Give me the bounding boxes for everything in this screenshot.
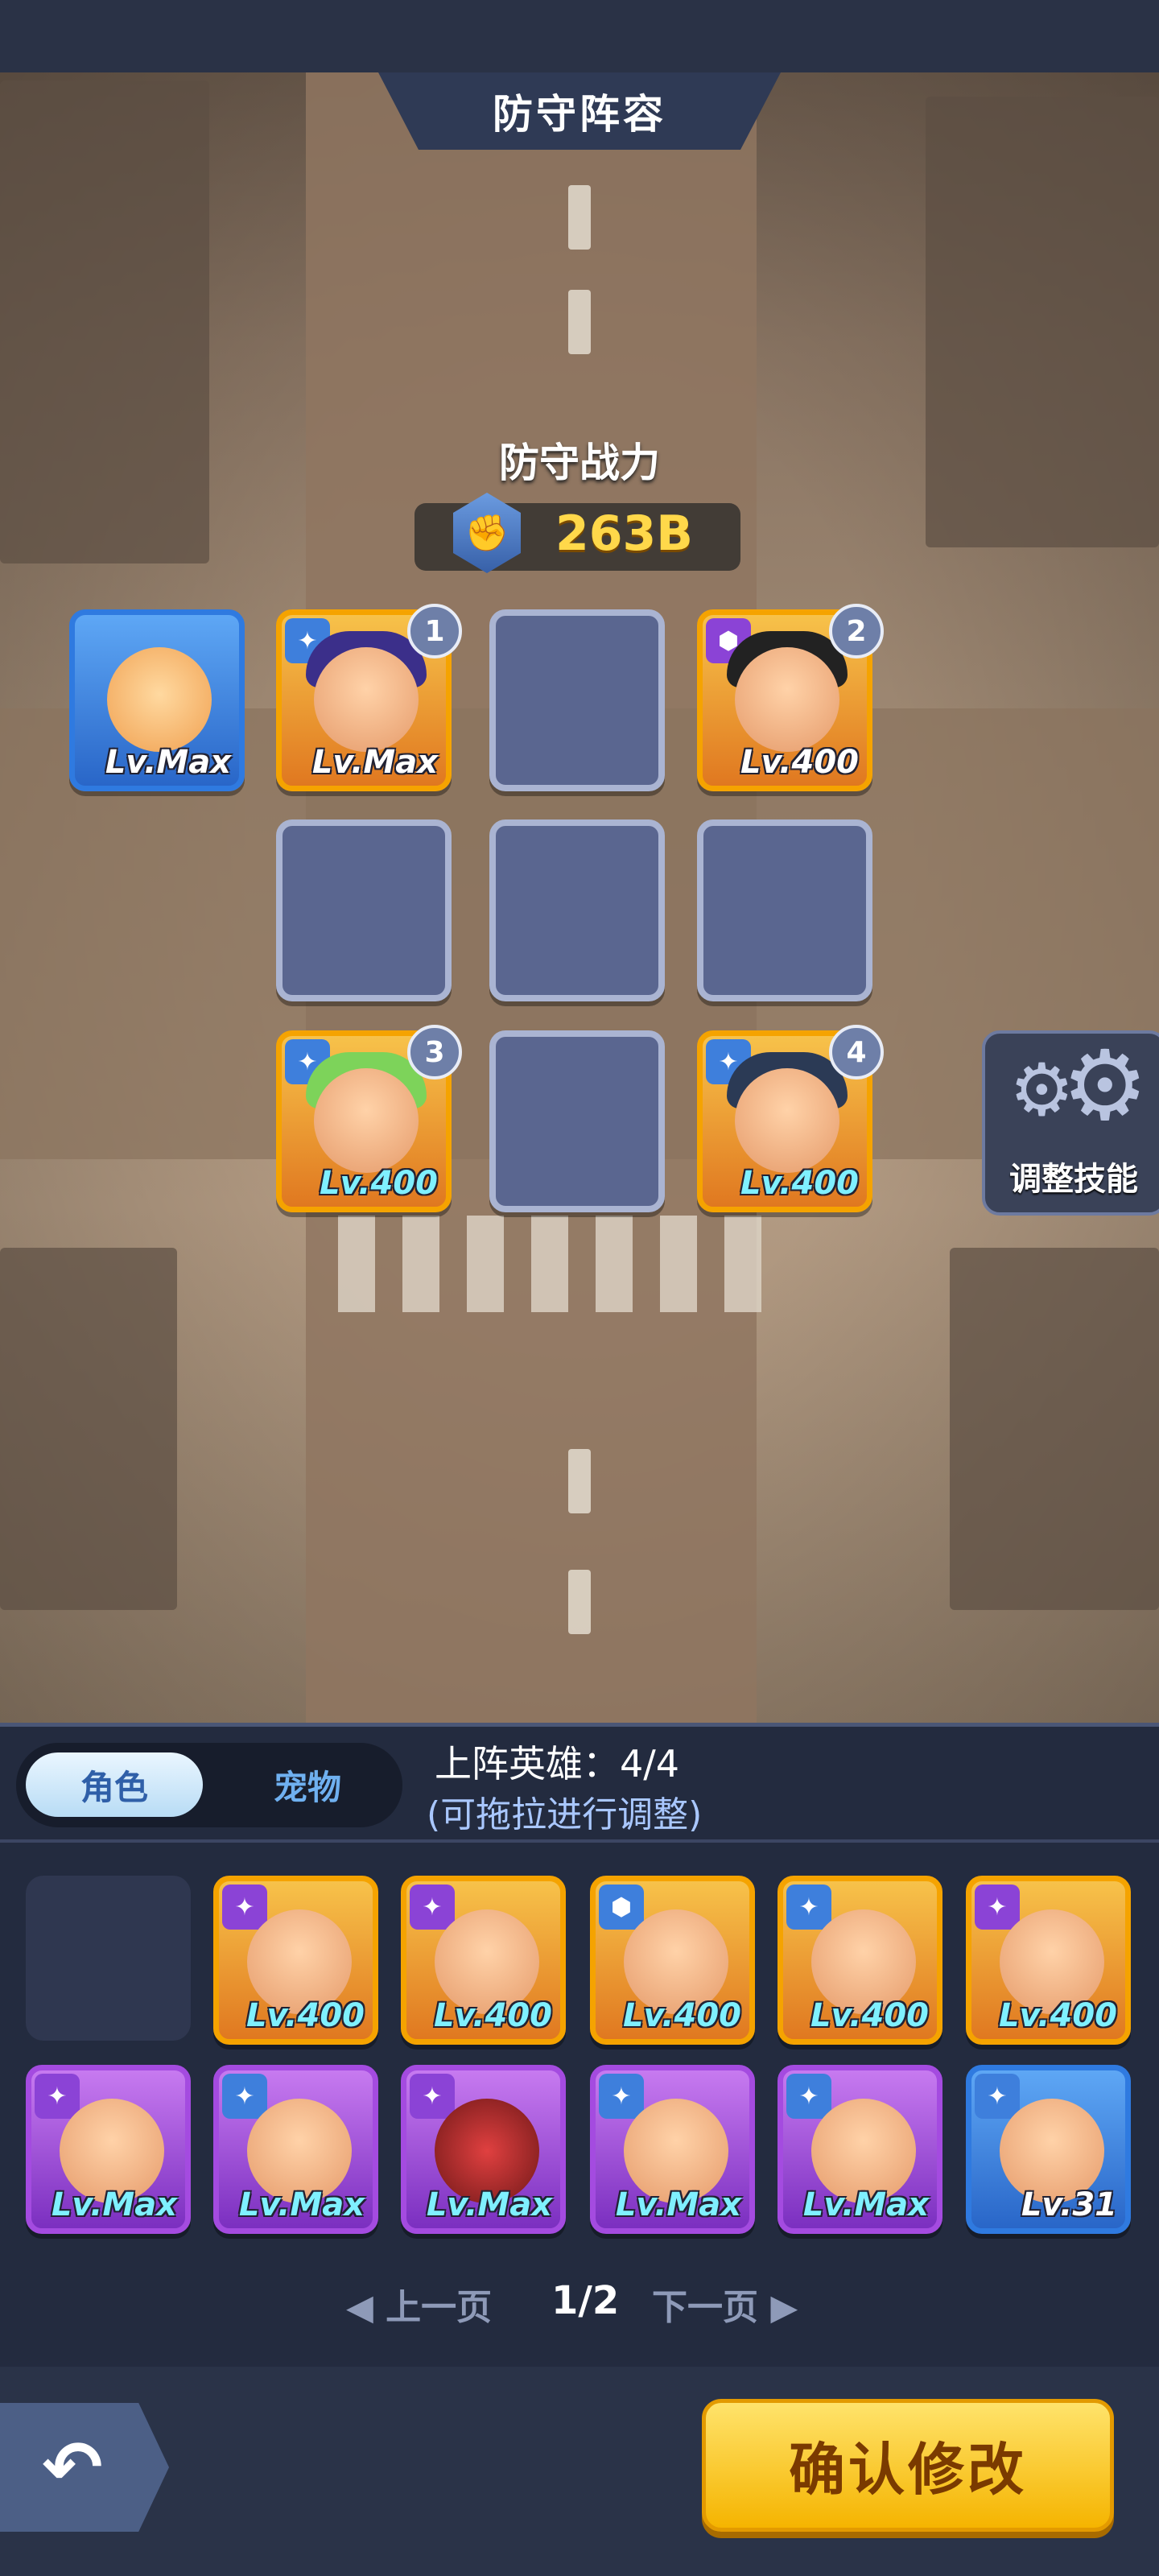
deployed-count: 上阵英雄：4/4 xyxy=(435,1742,680,1785)
formation-slot-empty[interactable] xyxy=(276,819,452,1001)
level-label: Lv.Max xyxy=(105,744,231,781)
level-label: Lv.400 xyxy=(434,1997,552,2034)
roster-hero-card[interactable]: ✦ Lv.400 xyxy=(966,1876,1131,2045)
formation-slot-empty[interactable] xyxy=(489,609,665,791)
hero-portrait xyxy=(314,647,419,752)
top-bar xyxy=(0,0,1159,72)
adjust-skills-label: 调整技能 xyxy=(1009,1161,1138,1198)
roster-hero-card[interactable]: ✦ Lv.Max xyxy=(401,2065,566,2234)
title-tab: 防守阵容 xyxy=(378,72,781,150)
class-icon: ✦ xyxy=(222,1885,267,1930)
level-label: Lv.Max xyxy=(238,2186,365,2223)
roster-hero-card[interactable]: ⬢ Lv.400 xyxy=(590,1876,755,2045)
roster-hero-card[interactable]: ✦ Lv.400 xyxy=(777,1876,942,2045)
level-label: Lv.400 xyxy=(246,1997,365,2034)
level-label: Lv.400 xyxy=(623,1997,741,2034)
hero-portrait xyxy=(735,1068,839,1173)
class-icon: ✦ xyxy=(35,2074,80,2119)
level-label: Lv.Max xyxy=(426,2186,552,2223)
formation-slot-empty[interactable] xyxy=(489,819,665,1001)
class-icon: ✦ xyxy=(599,2074,644,2119)
roster-hero-card[interactable]: ✦ Lv.Max xyxy=(777,2065,942,2234)
class-icon: ✦ xyxy=(410,2074,455,2119)
drag-hint: (可拖拉进行调整) xyxy=(427,1794,703,1835)
corgi-pet-portrait xyxy=(107,647,212,752)
level-label: Lv.Max xyxy=(802,2186,929,2223)
back-button[interactable]: ↶ xyxy=(0,2403,169,2532)
order-badge: 4 xyxy=(829,1025,884,1080)
confirm-button[interactable]: 确认修改 xyxy=(702,2399,1114,2532)
hero-portrait xyxy=(314,1068,419,1173)
roster-empty-slot[interactable] xyxy=(26,1876,191,2041)
level-label: Lv.Max xyxy=(311,744,438,781)
roster-hero-card[interactable]: ✦ Lv.Max xyxy=(26,2065,191,2234)
page-title: 防守阵容 xyxy=(493,91,666,138)
defense-power-label: 防守战力 xyxy=(499,440,660,486)
defense-power-value: 263B xyxy=(555,506,693,562)
level-label: Lv.Max xyxy=(615,2186,741,2223)
adjust-skills-button[interactable]: ⚙ ⚙ 调整技能 xyxy=(982,1030,1159,1216)
formation-slot-empty[interactable] xyxy=(489,1030,665,1212)
level-label: Lv.400 xyxy=(320,1165,438,1202)
page-indicator: 1/2 xyxy=(551,2278,620,2323)
tab-pet[interactable]: 宠物 xyxy=(219,1752,396,1817)
roster-hero-card[interactable]: ✦ Lv.Max xyxy=(213,2065,378,2234)
roster-hero-card[interactable]: ✦ Lv.Max xyxy=(590,2065,755,2234)
class-icon: ✦ xyxy=(975,1885,1020,1930)
level-label: Lv.400 xyxy=(810,1997,929,2034)
class-icon: ✦ xyxy=(786,2074,831,2119)
prev-page-button[interactable]: ◀ 上一页 xyxy=(346,2278,492,2330)
formation-pet-slot[interactable]: Lv.Max xyxy=(69,609,245,791)
order-badge: 2 xyxy=(829,604,884,658)
tab-role[interactable]: 角色 xyxy=(26,1752,203,1817)
class-icon: ✦ xyxy=(975,2074,1020,2119)
level-label: Lv.400 xyxy=(999,1997,1117,2034)
hero-portrait xyxy=(735,647,839,752)
roster-hero-card[interactable]: ✦ Lv.400 xyxy=(213,1876,378,2045)
class-icon: ✦ xyxy=(786,1885,831,1930)
order-badge: 3 xyxy=(407,1025,462,1080)
level-label: Lv.400 xyxy=(740,744,859,781)
level-label: Lv.Max xyxy=(51,2186,177,2223)
class-icon: ✦ xyxy=(410,1885,455,1930)
next-page-button[interactable]: 下一页 ▶ xyxy=(652,2278,798,2330)
class-icon: ✦ xyxy=(222,2074,267,2119)
order-badge: 1 xyxy=(407,604,462,658)
roster-hero-card[interactable]: ✦ Lv.400 xyxy=(401,1876,566,2045)
confirm-label: 确认修改 xyxy=(789,2437,1027,2503)
roster-hero-card[interactable]: ✦ Lv.31 xyxy=(966,2065,1131,2234)
back-arrow-icon: ↶ xyxy=(42,2425,103,2510)
level-label: Lv.400 xyxy=(740,1165,859,1202)
shield-class-icon: ⬢ xyxy=(599,1885,644,1930)
formation-slot-empty[interactable] xyxy=(697,819,872,1001)
gear-icon: ⚙ xyxy=(1062,1030,1149,1142)
level-label: Lv.31 xyxy=(1021,2186,1117,2223)
